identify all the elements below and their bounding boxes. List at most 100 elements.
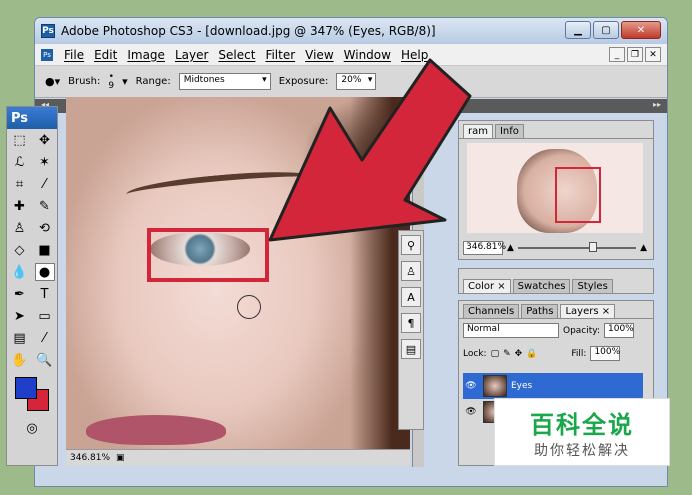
eraser-tool-icon[interactable]: ◇ xyxy=(10,241,30,259)
history-brush-tool-icon[interactable]: ⟲ xyxy=(35,219,55,237)
menu-edit[interactable]: Edit xyxy=(89,48,122,62)
status-menu-icon[interactable]: ▣ xyxy=(116,453,125,463)
navigator-panel: ram Info 346.81% ▲ ▲ xyxy=(458,120,654,260)
menu-help[interactable]: Help xyxy=(396,48,433,62)
paragraph-panel-icon[interactable]: ¶ xyxy=(401,313,421,333)
watermark-title: 百科全说 xyxy=(530,410,634,439)
quick-mask-icon[interactable]: ◎ xyxy=(22,419,42,437)
character-panel-icon[interactable]: A xyxy=(401,287,421,307)
range-label: Range: xyxy=(135,76,171,87)
document-icon[interactable]: Ps xyxy=(41,48,53,61)
tab-channels[interactable]: Channels xyxy=(463,304,520,318)
tab-swatches[interactable]: Swatches xyxy=(512,279,571,293)
layer-comps-panel-icon[interactable]: ▤ xyxy=(401,339,421,359)
tab-info[interactable]: Info xyxy=(494,124,524,138)
lock-all-icon[interactable]: 🔒 xyxy=(526,349,537,359)
pen-tool-icon[interactable]: ✒ xyxy=(10,285,30,303)
menu-select[interactable]: Select xyxy=(213,48,260,62)
zoom-slider[interactable] xyxy=(517,242,637,252)
layer-thumbnail xyxy=(483,375,507,397)
collapse-right-icon[interactable]: ▸▸ xyxy=(653,100,661,109)
brushes-panel-icon[interactable]: ⚲ xyxy=(401,235,421,255)
minimize-button[interactable]: ▁ xyxy=(565,21,591,39)
photoshop-app-icon: Ps xyxy=(41,24,55,38)
tab-layers[interactable]: Layers × xyxy=(560,304,616,318)
crop-tool-icon[interactable]: ⌗ xyxy=(10,175,30,193)
notes-tool-icon[interactable]: ▤ xyxy=(10,329,30,347)
type-tool-icon[interactable]: T xyxy=(35,285,55,303)
lock-transparent-icon[interactable]: ▢ xyxy=(491,349,500,359)
zoom-tool-icon[interactable]: 🔍 xyxy=(35,351,55,369)
navigator-view-box[interactable] xyxy=(555,167,601,223)
navigator-zoom-input[interactable]: 346.81% xyxy=(463,241,506,255)
zoom-out-icon[interactable]: ▲ xyxy=(507,243,514,253)
lasso-tool-icon[interactable]: ℒ xyxy=(10,153,30,171)
menu-file[interactable]: File xyxy=(59,48,89,62)
move-tool-icon[interactable]: ✥ xyxy=(35,131,55,149)
title-bar: Ps Adobe Photoshop CS3 - [download.jpg @… xyxy=(35,18,667,44)
brush-dropdown-icon[interactable]: ▾ xyxy=(122,75,128,88)
shape-tool-icon[interactable]: ▭ xyxy=(35,307,55,325)
eyedropper-tool-icon[interactable]: ⁄ xyxy=(35,329,55,347)
menu-view[interactable]: View xyxy=(300,48,338,62)
exposure-input[interactable]: 20% xyxy=(336,73,377,90)
tab-navigator[interactable]: ram xyxy=(463,124,493,138)
healing-brush-tool-icon[interactable]: ✚ xyxy=(10,197,30,215)
menu-window[interactable]: Window xyxy=(339,48,396,62)
collapsed-panel-dock: ⚲ ♙ A ¶ ▤ xyxy=(398,230,424,430)
menu-filter[interactable]: Filter xyxy=(260,48,300,62)
menu-bar: Ps File Edit Image Layer Select Filter V… xyxy=(35,44,667,66)
status-bar: 346.81% ▣ xyxy=(66,449,410,466)
tab-styles[interactable]: Styles xyxy=(572,279,613,293)
tab-color[interactable]: Color × xyxy=(463,279,511,293)
blend-mode-select[interactable]: Normal xyxy=(463,323,559,338)
dodge-tool-icon-selected[interactable]: ● xyxy=(34,263,55,281)
slice-tool-icon[interactable]: ⁄ xyxy=(35,175,55,193)
lock-image-icon[interactable]: ✎ xyxy=(503,349,511,359)
blur-tool-icon[interactable]: 💧 xyxy=(10,263,30,281)
range-select[interactable]: Midtones xyxy=(178,73,271,90)
zoom-level: 346.81% xyxy=(70,453,111,463)
marquee-tool-icon[interactable]: ⬚ xyxy=(10,131,30,149)
zoom-in-icon[interactable]: ▲ xyxy=(640,243,647,253)
brush-picker[interactable]: • 9 xyxy=(108,72,114,91)
brush-tool-icon[interactable]: ✎ xyxy=(35,197,55,215)
toolbox: Ps ⬚ ✥ ℒ ✶ ⌗ ⁄ ✚ ✎ ♙ ⟲ ◇ ■ 💧 ● ✒ T ➤ ▭ ▤ ⁄ ✋ 🔍 ◎ xyxy=(6,106,58,466)
doc-minimize-button[interactable]: _ xyxy=(609,47,625,62)
options-bar: ●▾ Brush: •9 ▾ Range: Midtones Exposure:… xyxy=(35,66,667,98)
path-selection-tool-icon[interactable]: ➤ xyxy=(10,307,30,325)
watermark-subtitle: 助你轻松解决 xyxy=(534,442,630,459)
opacity-input[interactable]: 100% xyxy=(604,323,634,338)
clone-stamp-tool-icon[interactable]: ♙ xyxy=(10,219,30,237)
zoom-slider-thumb[interactable] xyxy=(588,242,597,252)
layer-visibility-icon[interactable]: 👁 xyxy=(463,378,479,394)
lips xyxy=(86,415,226,445)
foreground-color-swatch[interactable] xyxy=(15,377,37,399)
doc-restore-button[interactable]: ❐ xyxy=(627,47,643,62)
tab-paths[interactable]: Paths xyxy=(521,304,559,318)
dodge-tool-icon[interactable]: ●▾ xyxy=(45,75,60,88)
maximize-button[interactable]: ▢ xyxy=(593,21,619,39)
background-visibility-icon[interactable]: 👁 xyxy=(463,404,479,420)
fill-input[interactable]: 100% xyxy=(590,346,621,361)
eye-highlight-box xyxy=(147,228,269,282)
clone-source-panel-icon[interactable]: ♙ xyxy=(401,261,421,281)
close-button[interactable]: ✕ xyxy=(621,21,661,39)
doc-close-button[interactable]: ✕ xyxy=(645,47,661,62)
navigator-preview[interactable] xyxy=(467,143,643,233)
magic-wand-tool-icon[interactable]: ✶ xyxy=(35,153,55,171)
lock-position-icon[interactable]: ✥ xyxy=(515,349,523,359)
color-swatches xyxy=(7,371,57,417)
layer-row-eyes[interactable]: 👁 Eyes xyxy=(463,373,643,399)
gradient-tool-icon[interactable]: ■ xyxy=(35,241,55,259)
menu-image[interactable]: Image xyxy=(122,48,170,62)
image-canvas[interactable] xyxy=(66,97,410,449)
brush-cursor xyxy=(237,295,261,319)
brush-label: Brush: xyxy=(68,76,101,87)
lock-label: Lock: xyxy=(463,348,487,359)
hand-tool-icon[interactable]: ✋ xyxy=(10,351,30,369)
navigator-zoom-row: 346.81% ▲ ▲ xyxy=(463,239,647,257)
menu-layer[interactable]: Layer xyxy=(170,48,213,62)
opacity-label: Opacity: xyxy=(563,325,600,336)
layer-name: Eyes xyxy=(511,381,533,391)
